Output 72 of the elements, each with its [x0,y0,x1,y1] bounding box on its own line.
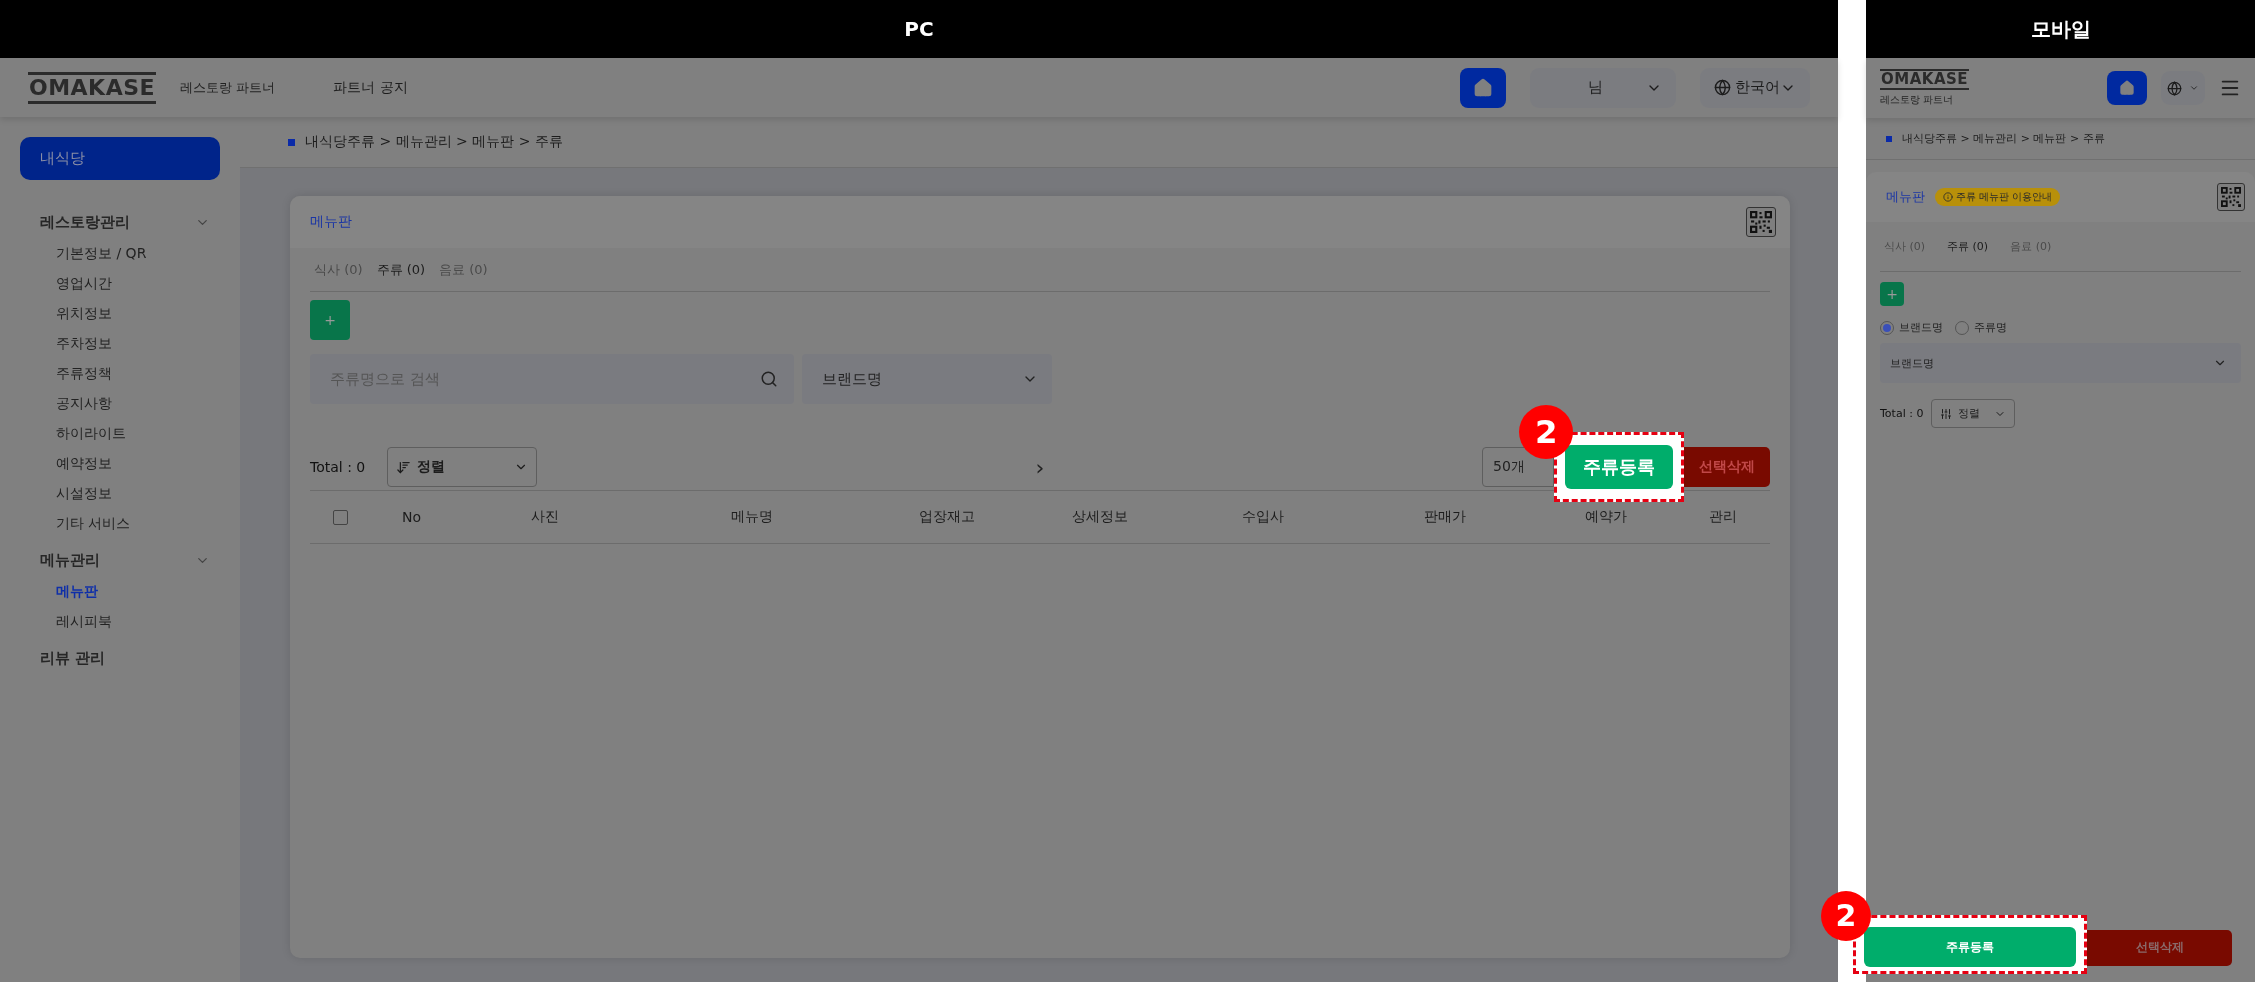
search-icon [760,370,778,388]
register-button[interactable]: 주류등록 [1565,445,1673,489]
search-type-radio[interactable]: 주류명 [1955,320,2007,335]
sort-select[interactable]: 정렬 [1931,399,2016,428]
brand-select[interactable]: 브랜드명 [1880,343,2241,383]
sidebar-item[interactable]: 하이라이트 [20,418,220,448]
card-title: 메뉴판 [310,213,352,231]
total-count: Total : 0 [1880,407,1924,420]
language-dropdown[interactable]: 한국어 [1700,67,1810,108]
breadcrumb: 내식당주류 > 메뉴관리 > 메뉴판 > 주류 [1902,131,2105,146]
column-header: 메뉴명 [730,508,774,526]
sidebar-item[interactable]: 시설정보 [20,478,220,508]
sidebar-item[interactable]: 주차정보 [20,328,220,358]
category-tab[interactable]: 주류 (0) [1947,239,1989,254]
column-header: 수입사 [1240,508,1285,526]
qr-code-icon[interactable] [2217,183,2245,211]
sidebar-group[interactable]: 메뉴관리 [40,550,100,570]
section-title: PC [0,0,1838,58]
my-restaurant-button[interactable]: 내식당 [20,137,220,180]
nav-link[interactable]: 파트너 공지 [333,78,408,97]
globe-icon [1714,79,1731,96]
sidebar-group[interactable]: 리뷰 관리 [40,648,106,668]
card-title: 메뉴판 [1886,188,1925,206]
globe-icon [2167,80,2182,96]
omakase-logo: OMAKASE [28,71,157,104]
language-dropdown[interactable] [2161,71,2205,105]
logo-subtitle: 레스토랑 파트너 [180,78,276,97]
column-header: 관리 [1707,508,1738,526]
column-header: 판매가 [1422,508,1467,526]
omakase-logo: OMAKASE [1880,69,1970,90]
sidebar-item[interactable]: 레시피북 [20,606,220,636]
next-button[interactable]: › [1029,454,1051,480]
sliders-icon [1940,407,1953,420]
total-count: Total : 0 [310,459,366,475]
breadcrumb: 내식당주류 > 메뉴관리 > 메뉴판 > 주류 [305,133,563,151]
step-badge: 2 [1519,405,1574,460]
register-button[interactable]: 주류등록 [1864,927,2076,967]
house-icon [1473,77,1493,98]
sidebar-item[interactable]: 메뉴판 [20,576,220,606]
sidebar-item[interactable]: 영업시간 [20,268,220,298]
notice-badge[interactable]: 주류 메뉴판 이용안내 [1935,188,2061,206]
chevron-down-icon [2189,83,2199,93]
qr-code-icon[interactable] [1746,207,1776,237]
sidebar-item[interactable]: 주류정책 [20,358,220,388]
column-header: 업장재고 [917,508,976,526]
delete-button[interactable]: 선택삭제 [2087,929,2232,966]
sidebar-item[interactable]: 기본정보 / QR [20,238,220,268]
bullet-icon [288,138,295,146]
column-header: 예약가 [1584,508,1628,526]
logo-subtitle: 레스토랑 파트너 [1880,93,1955,107]
select-all-checkbox[interactable] [333,509,348,525]
section-title: 모바일 [1866,0,2255,58]
house-icon [2119,80,2135,96]
sidebar-item[interactable]: 기타 서비스 [20,508,220,538]
bullet-icon [1886,135,1892,142]
brand-select[interactable]: 브랜드명 [802,354,1052,404]
home-button[interactable] [1460,67,1506,108]
sort-select[interactable]: 정렬 [387,447,538,487]
sort-icon [396,459,412,475]
home-button[interactable] [2107,71,2147,105]
category-tab[interactable]: 주류 (0) [376,260,426,279]
column-header: 사진 [529,508,560,526]
sidebar-item[interactable]: 위치정보 [20,298,220,328]
sidebar-item[interactable]: 공지사항 [20,388,220,418]
search-type-radio[interactable]: 브랜드명 [1880,320,1943,335]
column-header: No [400,509,422,525]
info-icon [1943,192,1953,202]
user-dropdown[interactable]: 님 [1530,67,1676,108]
delete-button[interactable]: 선택삭제 [1684,447,1770,487]
sidebar-group[interactable]: 레스토랑관리 [40,212,130,232]
sidebar-item[interactable]: 예약정보 [20,448,220,478]
column-header: 상세정보 [1070,508,1129,526]
